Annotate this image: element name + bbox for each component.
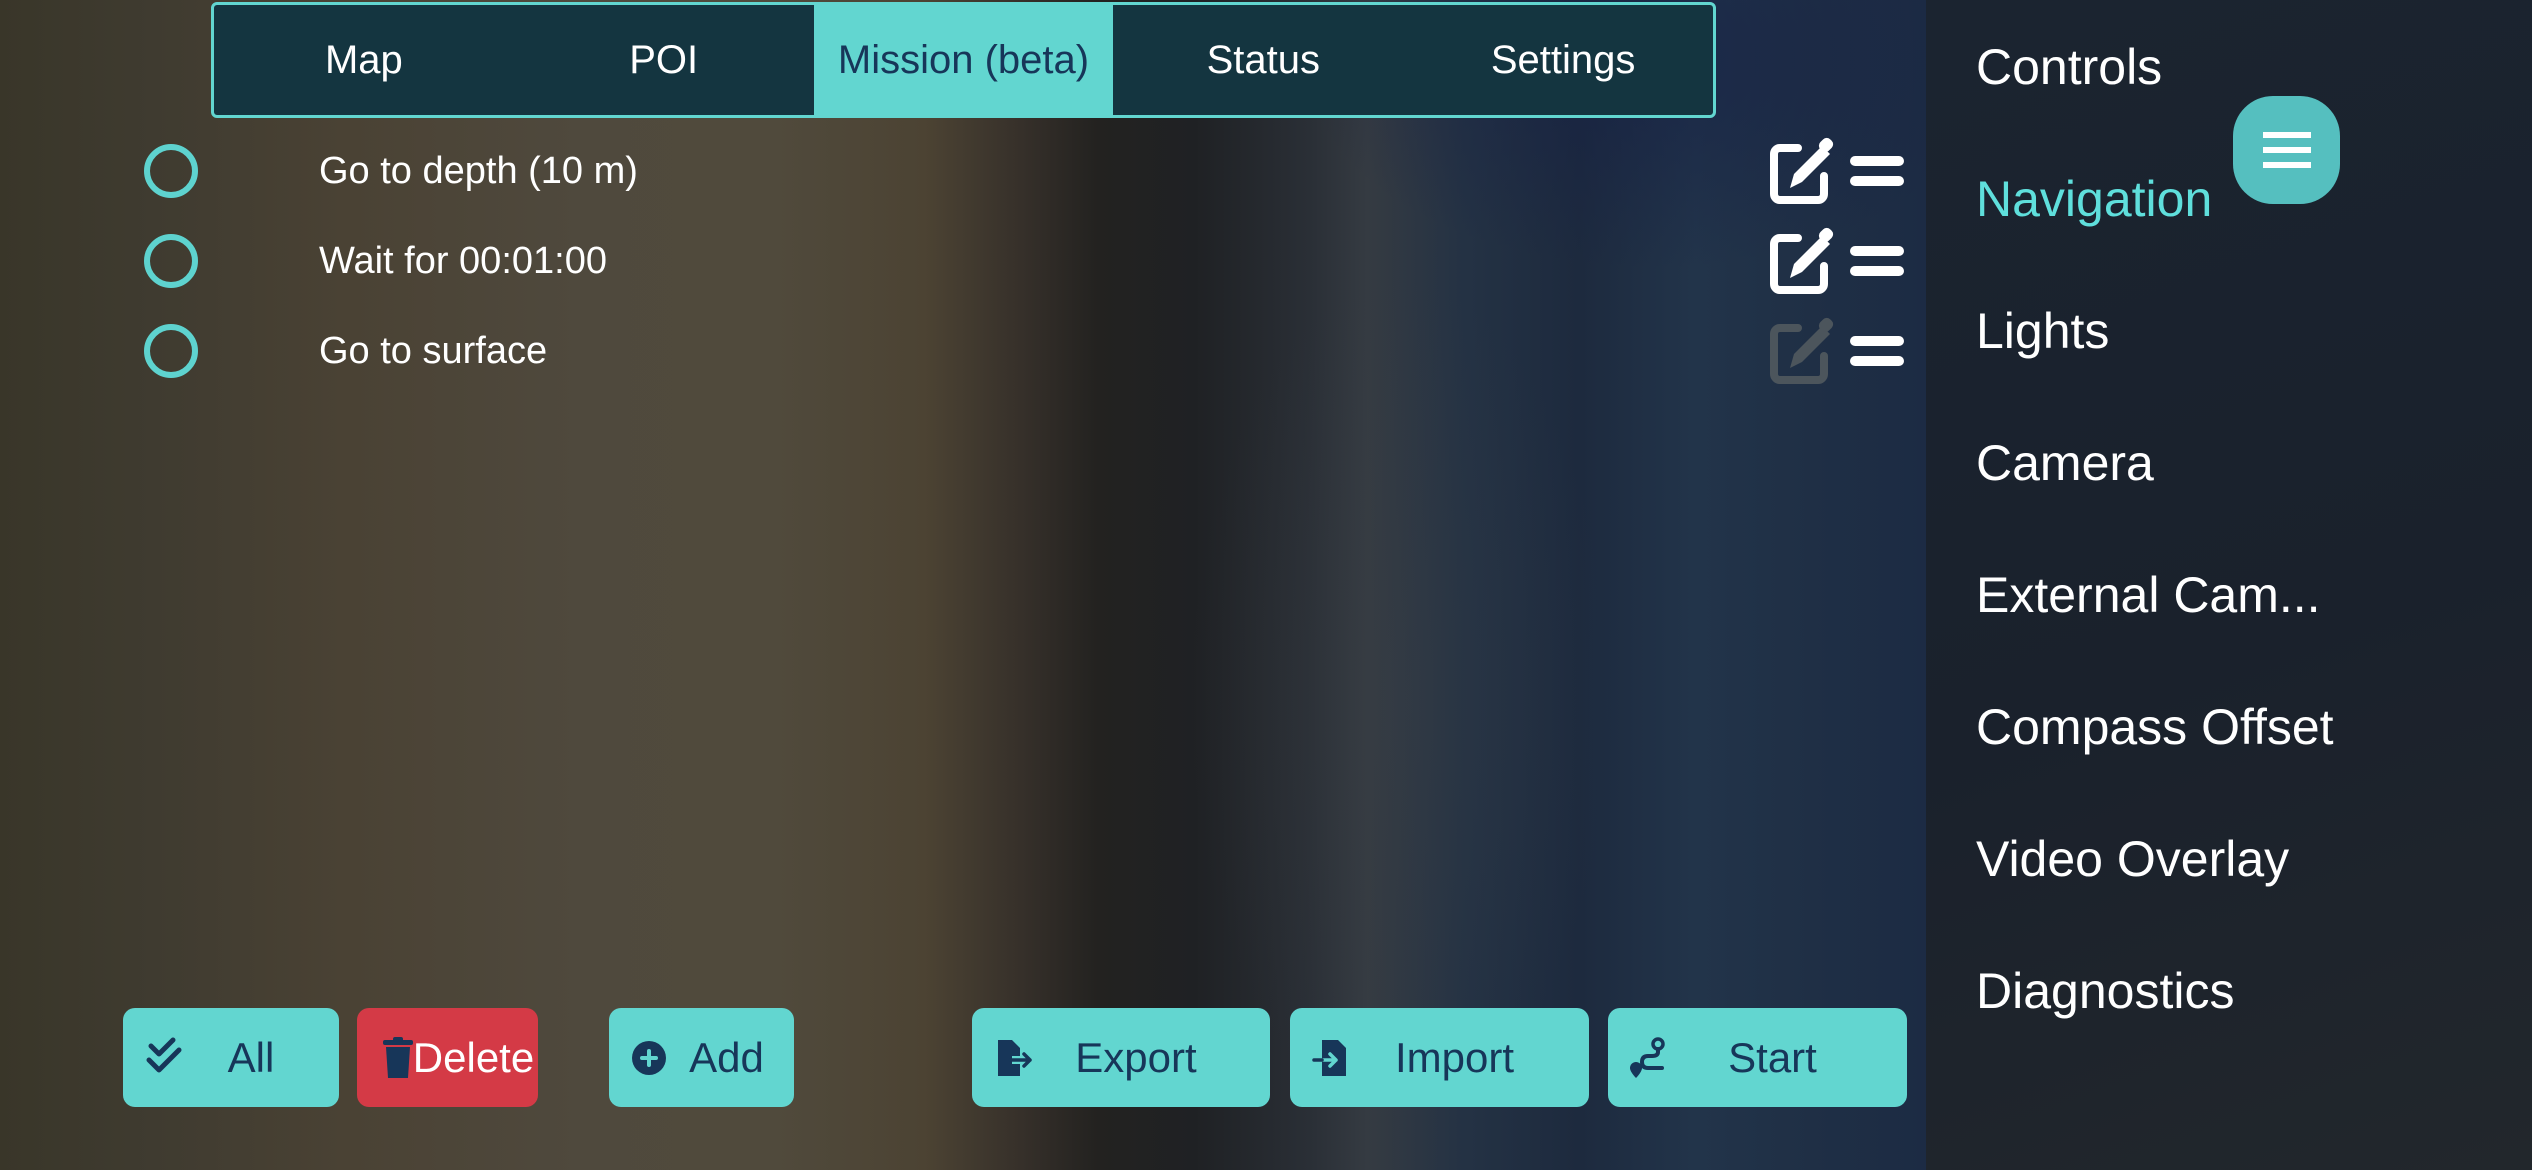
select-radio[interactable] xyxy=(144,144,198,198)
add-button[interactable]: Add xyxy=(609,1008,794,1107)
tab-poi[interactable]: POI xyxy=(514,5,814,115)
mission-item-actions xyxy=(1768,316,1908,386)
sidebar-item-video-overlay[interactable]: Video Overlay xyxy=(1976,827,2289,891)
select-radio[interactable] xyxy=(144,234,198,288)
drag-handle-icon[interactable] xyxy=(1850,336,1904,366)
mission-item-label: Go to surface xyxy=(319,329,548,372)
add-label: Add xyxy=(689,1033,764,1081)
tab-bar: Map POI Mission (beta) Status Settings xyxy=(211,2,1716,118)
mission-item[interactable]: Go to depth (10 m) xyxy=(144,144,1144,198)
drag-handle-icon[interactable] xyxy=(1850,156,1904,186)
sidebar-item-diagnostics[interactable]: Diagnostics xyxy=(1976,959,2234,1023)
drag-handle-icon[interactable] xyxy=(1850,246,1904,276)
mission-item-label: Wait for 00:01:00 xyxy=(319,239,607,282)
hamburger-menu-icon xyxy=(2262,132,2311,138)
import-button[interactable]: Import xyxy=(1290,1008,1589,1107)
start-label: Start xyxy=(1728,1033,1817,1081)
tab-map[interactable]: Map xyxy=(214,5,514,115)
select-all-label: All xyxy=(227,1033,275,1081)
export-label: Export xyxy=(1075,1033,1197,1081)
select-all-button[interactable]: All xyxy=(123,1008,339,1107)
mission-item-actions xyxy=(1768,226,1908,296)
delete-label: Delete xyxy=(412,1033,535,1081)
mission-item-label: Go to depth (10 m) xyxy=(319,149,638,192)
sidebar-item-lights[interactable]: Lights xyxy=(1976,299,2109,363)
import-label: Import xyxy=(1394,1033,1515,1081)
hamburger-menu-button[interactable] xyxy=(2233,96,2340,204)
sidebar-item-compass-offset[interactable]: Compass Offset xyxy=(1976,695,2334,759)
sidebar-item-controls[interactable]: Controls xyxy=(1976,35,2162,99)
sidebar-item-external-camera[interactable]: External Cam... xyxy=(1976,563,2321,627)
delete-button[interactable]: Delete xyxy=(357,1008,538,1107)
sidebar: Controls Navigation Lights Camera Extern… xyxy=(1926,0,2532,1170)
edit-icon[interactable] xyxy=(1768,226,1836,296)
sidebar-item-navigation[interactable]: Navigation xyxy=(1976,167,2212,231)
tab-mission[interactable]: Mission (beta) xyxy=(813,5,1114,115)
start-button[interactable]: Start xyxy=(1608,1008,1907,1107)
mission-item-actions xyxy=(1768,136,1908,206)
sidebar-item-camera[interactable]: Camera xyxy=(1976,431,2154,495)
select-radio[interactable] xyxy=(144,324,198,378)
tab-status[interactable]: Status xyxy=(1113,5,1413,115)
edit-icon[interactable] xyxy=(1768,136,1836,206)
tab-settings[interactable]: Settings xyxy=(1413,5,1713,115)
mission-item[interactable]: Wait for 00:01:00 xyxy=(144,234,1144,288)
mission-item[interactable]: Go to surface xyxy=(144,324,1144,378)
export-button[interactable]: Export xyxy=(972,1008,1270,1107)
edit-icon-disabled xyxy=(1770,317,1834,384)
